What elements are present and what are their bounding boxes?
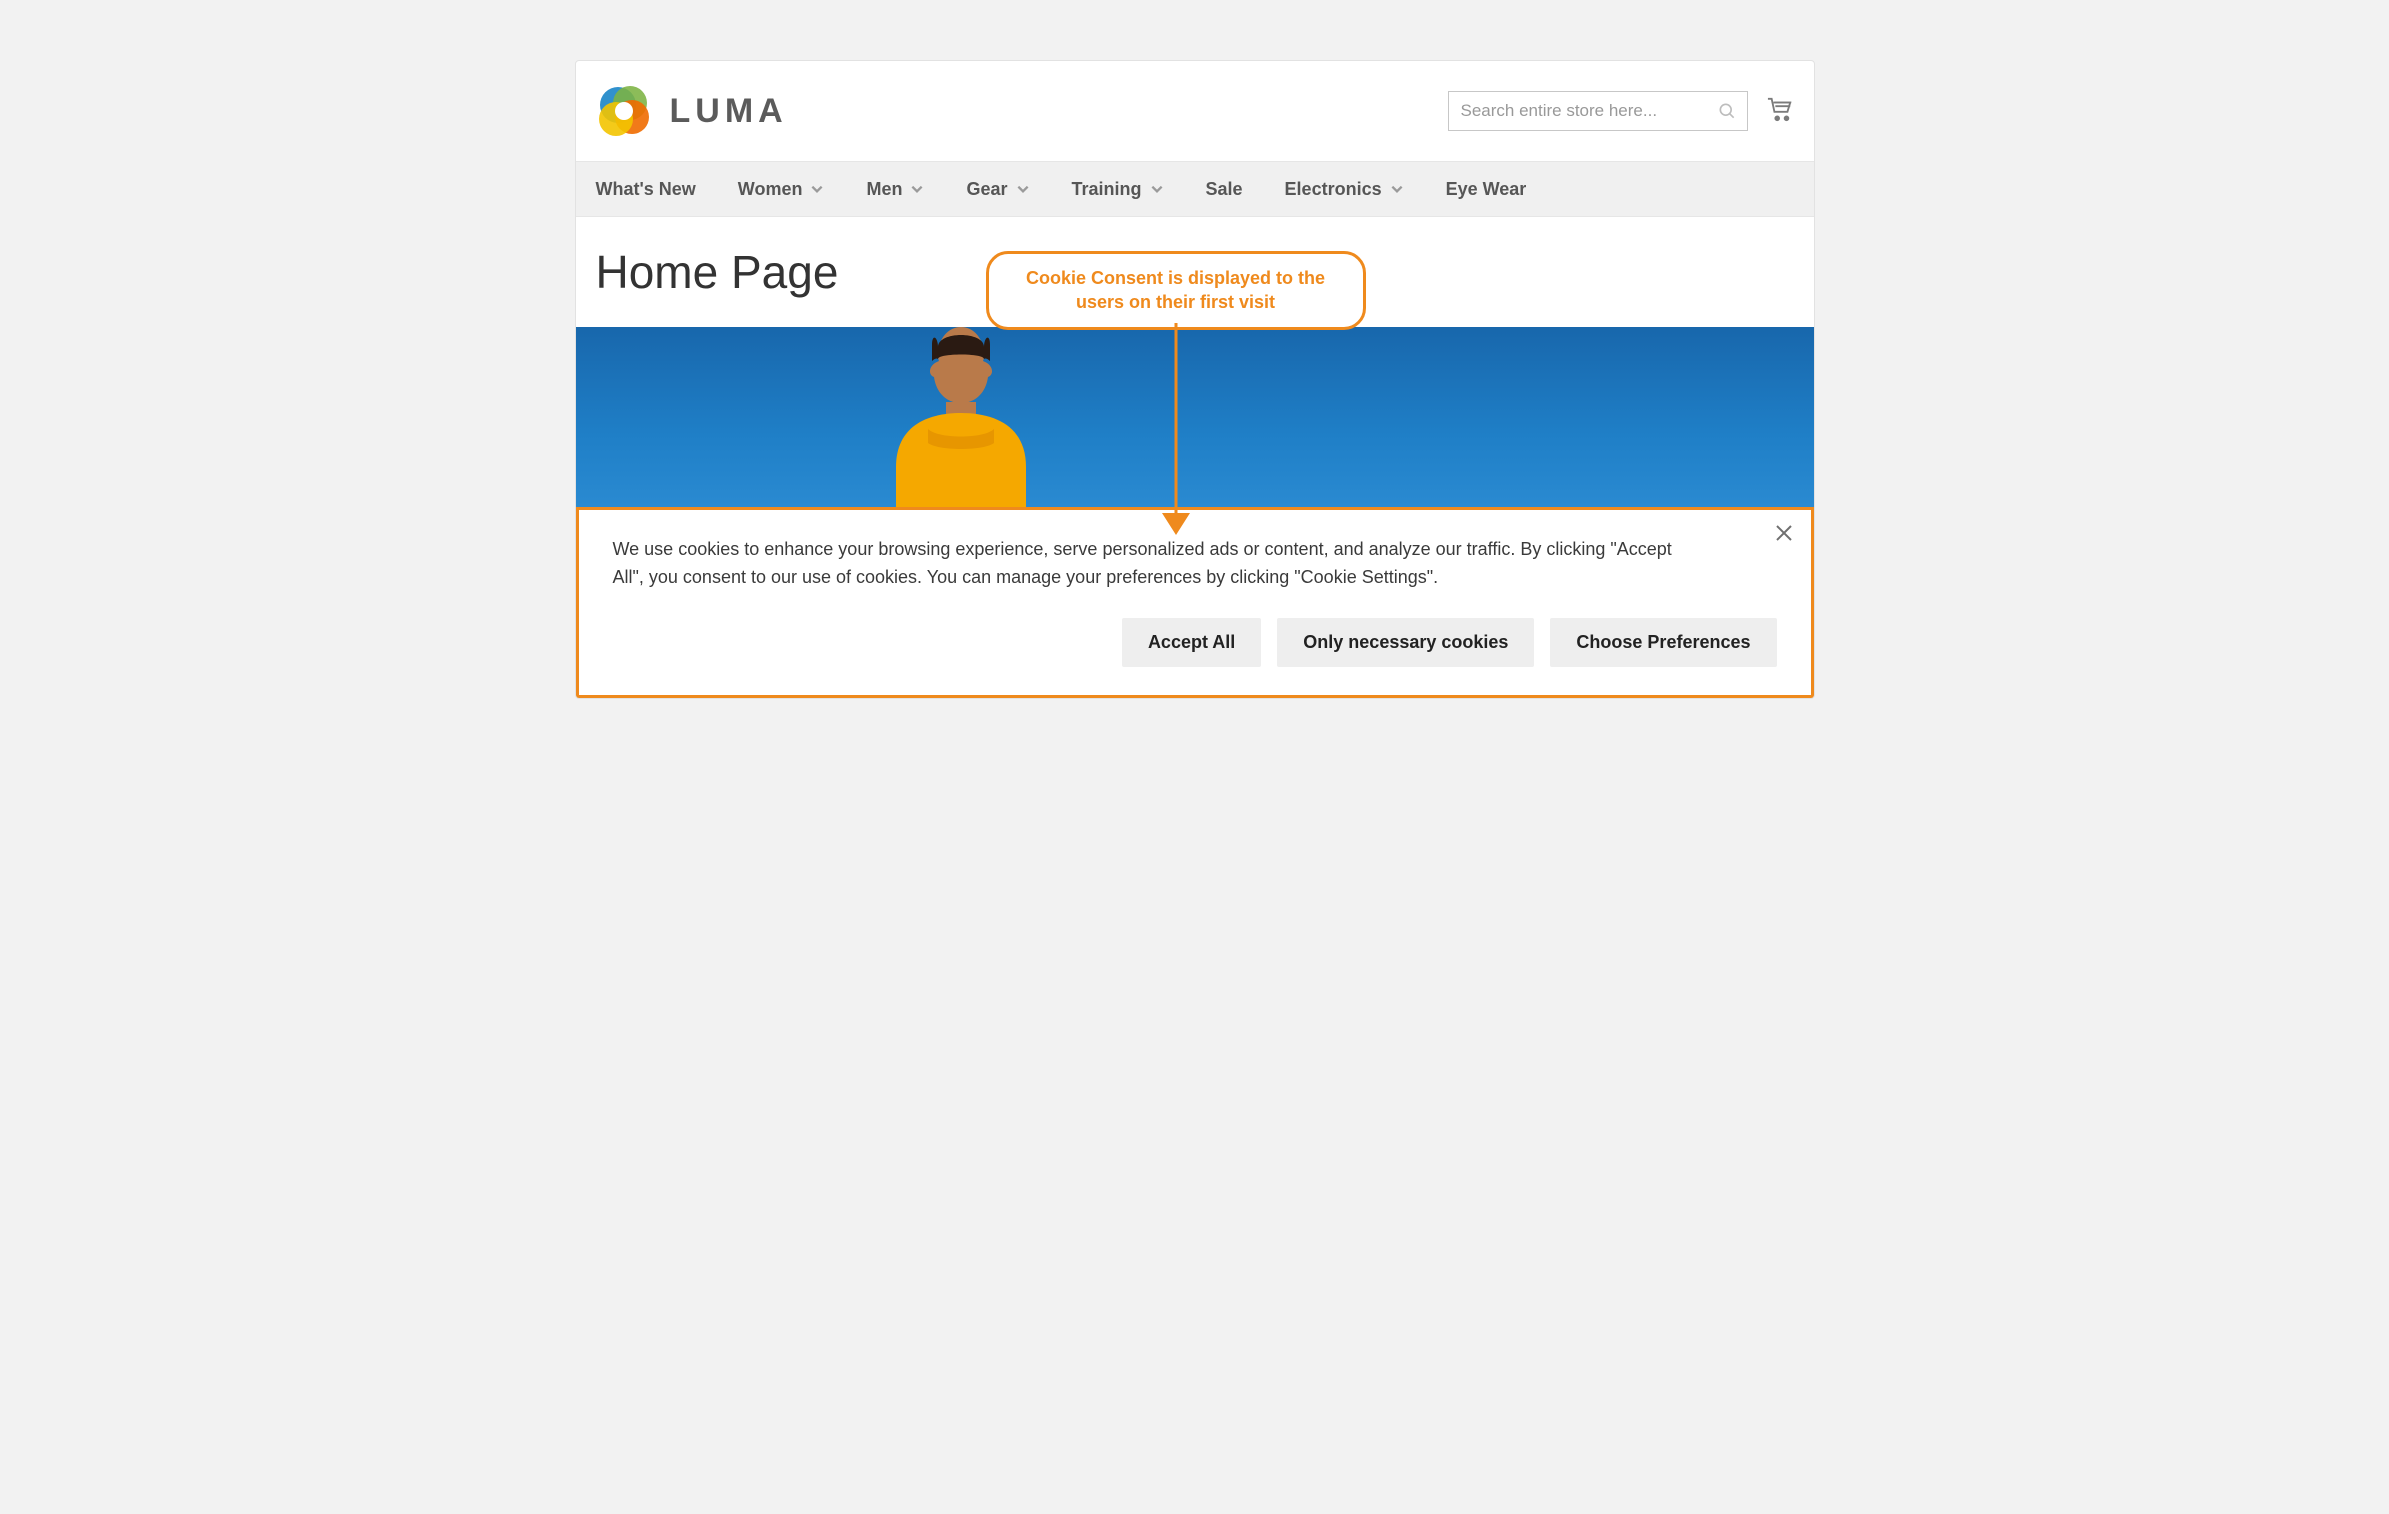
close-icon[interactable] <box>1775 524 1793 546</box>
logo[interactable]: LUMA <box>596 83 788 139</box>
nav-item-training[interactable]: Training <box>1072 179 1164 200</box>
nav-item-men[interactable]: Men <box>866 179 924 200</box>
brand-name: LUMA <box>670 92 788 131</box>
choose-preferences-button[interactable]: Choose Preferences <box>1550 618 1776 667</box>
nav-label: What's New <box>596 179 696 200</box>
nav-label: Men <box>866 179 902 200</box>
search-box[interactable] <box>1448 91 1748 131</box>
nav-item-electronics[interactable]: Electronics <box>1285 179 1404 200</box>
nav-label: Training <box>1072 179 1142 200</box>
luma-logo-icon <box>596 83 652 139</box>
only-necessary-button[interactable]: Only necessary cookies <box>1277 618 1534 667</box>
main-nav: What's New Women Men Gear Training <box>576 161 1814 217</box>
page-frame: LUMA <box>575 60 1815 699</box>
hero-banner <box>576 327 1814 507</box>
cookie-consent-banner: We use cookies to enhance your browsing … <box>576 507 1814 698</box>
chevron-down-icon <box>1390 182 1404 196</box>
cart-icon[interactable] <box>1766 96 1794 127</box>
nav-item-eye-wear[interactable]: Eye Wear <box>1446 179 1527 200</box>
page-title: Home Page <box>576 217 1814 327</box>
nav-label: Gear <box>966 179 1007 200</box>
header-right <box>1448 91 1794 131</box>
nav-label: Women <box>738 179 803 200</box>
nav-item-gear[interactable]: Gear <box>966 179 1029 200</box>
nav-label: Eye Wear <box>1446 179 1527 200</box>
chevron-down-icon <box>910 182 924 196</box>
accept-all-button[interactable]: Accept All <box>1122 618 1261 667</box>
nav-item-sale[interactable]: Sale <box>1206 179 1243 200</box>
search-input[interactable] <box>1461 101 1717 121</box>
cookie-message: We use cookies to enhance your browsing … <box>613 536 1733 592</box>
hero-person-image <box>866 327 1056 507</box>
hero-background <box>576 327 1814 507</box>
header: LUMA <box>576 61 1814 161</box>
nav-label: Electronics <box>1285 179 1382 200</box>
chevron-down-icon <box>1016 182 1030 196</box>
cookie-buttons: Accept All Only necessary cookies Choose… <box>613 618 1777 667</box>
chevron-down-icon <box>810 182 824 196</box>
nav-label: Sale <box>1206 179 1243 200</box>
search-icon[interactable] <box>1717 101 1737 121</box>
nav-item-whats-new[interactable]: What's New <box>596 179 696 200</box>
nav-item-women[interactable]: Women <box>738 179 825 200</box>
chevron-down-icon <box>1150 182 1164 196</box>
